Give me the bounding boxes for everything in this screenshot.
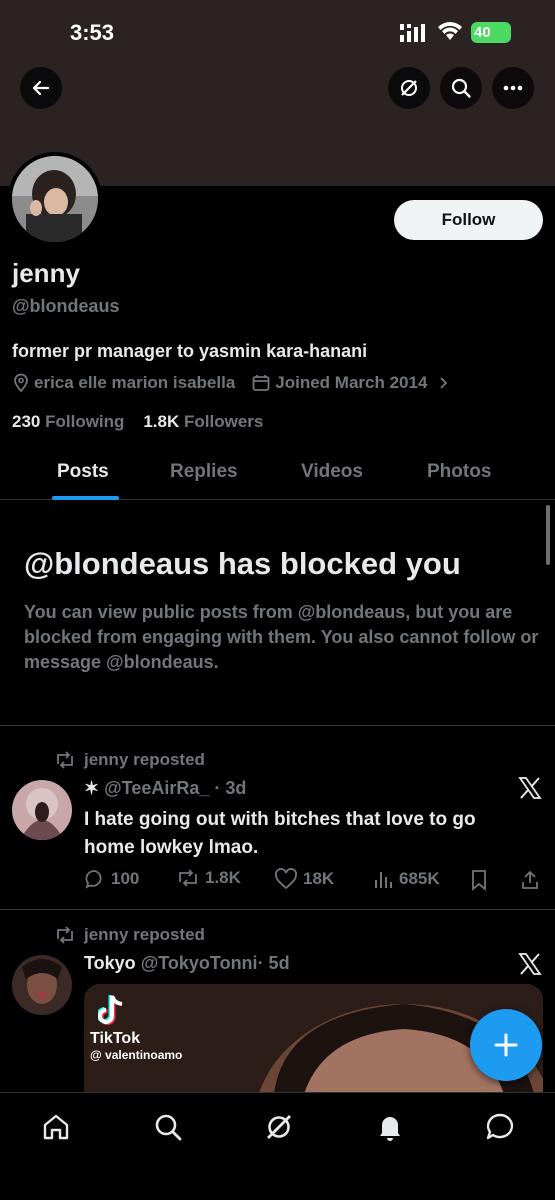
repost-label: jenny reposted xyxy=(84,750,205,769)
followers-link[interactable]: 1.8K Followers xyxy=(143,412,263,431)
status-time: 3:53 xyxy=(70,20,115,45)
reply-count: 100 xyxy=(111,869,140,888)
profile-location: erica elle marion isabella xyxy=(34,373,236,392)
signal-icon xyxy=(400,24,425,42)
profile-name: jenny xyxy=(12,258,80,288)
back-button[interactable] xyxy=(20,67,62,109)
post-author-avatar[interactable] xyxy=(12,955,72,1015)
share-icon[interactable] xyxy=(520,869,540,891)
repost-count: 1.8K xyxy=(205,868,241,887)
reply-icon xyxy=(85,870,102,889)
like-count: 18K xyxy=(303,869,335,888)
battery-indicator: 40 xyxy=(471,22,511,43)
repost-indicator: jenny reposted xyxy=(54,925,205,945)
repost-button[interactable]: 1.8K xyxy=(176,868,241,888)
calendar-icon xyxy=(252,375,270,391)
grok-icon xyxy=(401,80,417,96)
tiktok-brand: TikTok xyxy=(90,1030,141,1047)
views-count: 685K xyxy=(399,869,440,888)
tab-videos[interactable]: Videos xyxy=(301,461,363,483)
grok-icon[interactable] xyxy=(263,1111,295,1143)
followers-count: 1.8K xyxy=(143,412,180,431)
more-button[interactable] xyxy=(492,67,534,109)
divider xyxy=(0,909,555,910)
profile-joined: Joined March 2014 xyxy=(275,373,428,392)
reply-button[interactable]: 100 xyxy=(84,868,139,890)
blocked-title: @blondeaus has blocked you xyxy=(24,546,461,581)
followers-label: Followers xyxy=(184,412,264,431)
post-header: ✶ @TeeAirRa_ · 3d xyxy=(84,778,246,799)
grok-button[interactable] xyxy=(388,67,430,109)
search-icon[interactable] xyxy=(152,1111,184,1143)
back-arrow-icon xyxy=(32,80,50,96)
blocked-message: You can view public posts from @blondeau… xyxy=(24,602,539,672)
avatar-photo xyxy=(12,156,98,242)
messages-icon[interactable] xyxy=(484,1111,516,1143)
like-button[interactable]: 18K xyxy=(274,868,334,890)
compose-post-button[interactable] xyxy=(470,1009,542,1081)
repost-label: jenny reposted xyxy=(84,925,205,944)
active-tab-indicator xyxy=(52,496,119,500)
bottom-navigation xyxy=(0,1092,555,1200)
repost-indicator: jenny reposted xyxy=(54,750,205,770)
repost-icon xyxy=(179,869,197,887)
following-link[interactable]: 230 Following xyxy=(12,412,124,431)
post-author-name[interactable]: ✶ xyxy=(84,778,99,799)
profile-bio: former pr manager to yasmin kara-hanani xyxy=(12,341,368,361)
bookmark-icon[interactable] xyxy=(470,869,488,891)
wifi-icon xyxy=(438,22,462,40)
post-author-avatar[interactable] xyxy=(12,780,72,840)
post-header: Tokyo @TokyoTonni · 5d xyxy=(84,953,290,974)
tab-posts[interactable]: Posts xyxy=(57,461,109,483)
search-icon xyxy=(451,78,471,98)
post-time: · 3d xyxy=(214,778,247,798)
profile-handle: @bIondeaus xyxy=(12,296,120,316)
profile-avatar[interactable] xyxy=(8,152,102,246)
home-icon[interactable] xyxy=(40,1111,72,1143)
tiktok-username: @ valentinoamo xyxy=(90,1048,183,1062)
repost-icon xyxy=(57,751,73,769)
x-logo-icon xyxy=(518,777,542,799)
post-actions: 100 1.8K 18K 685K xyxy=(84,866,544,894)
location-icon xyxy=(14,373,28,393)
notifications-icon[interactable] xyxy=(374,1111,406,1143)
tab-replies[interactable]: Replies xyxy=(170,461,238,483)
tab-photos[interactable]: Photos xyxy=(427,461,491,483)
follow-counts: 230 Following 1.8K Followers xyxy=(12,412,263,432)
profile-meta: erica elle marion isabella Joined March … xyxy=(12,373,455,393)
search-button[interactable] xyxy=(440,67,482,109)
repost-icon xyxy=(57,926,73,944)
plus-icon xyxy=(494,1033,518,1057)
follow-button[interactable]: Follow xyxy=(394,200,543,240)
following-label: Following xyxy=(45,412,125,431)
post-author-handle[interactable]: @TeeAirRa_ xyxy=(104,778,209,799)
following-count: 230 xyxy=(12,412,41,431)
post-author-handle[interactable]: @TokyoTonni xyxy=(141,953,258,974)
x-logo-icon xyxy=(518,953,542,975)
more-icon xyxy=(503,85,523,91)
like-icon xyxy=(275,868,297,890)
chevron-right-icon[interactable] xyxy=(435,375,451,391)
tiktok-icon xyxy=(98,995,123,1025)
scrollbar[interactable] xyxy=(546,505,550,565)
status-bar: 3:53 40 xyxy=(0,0,555,64)
views-button[interactable]: 685K xyxy=(372,868,440,890)
profile-tabs: Posts Replies Videos Photos xyxy=(0,448,555,500)
views-icon xyxy=(375,872,392,888)
divider xyxy=(0,725,555,726)
post-time: · 5d xyxy=(257,953,290,973)
post-text: I hate going out with bitches that love … xyxy=(84,809,476,858)
post-author-name[interactable]: Tokyo xyxy=(84,953,136,974)
